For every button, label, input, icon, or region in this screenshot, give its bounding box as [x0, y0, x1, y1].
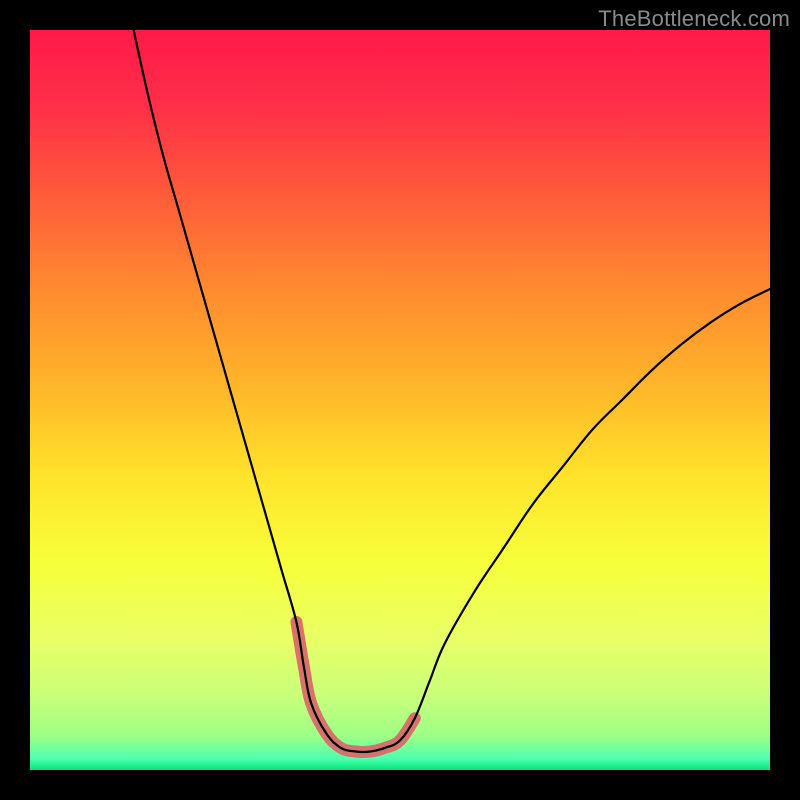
chart-frame: TheBottleneck.com — [0, 0, 800, 800]
plot-area — [30, 30, 770, 770]
bottleneck-curve — [134, 30, 770, 752]
chart-lines — [30, 30, 770, 770]
watermark-text: TheBottleneck.com — [598, 6, 790, 32]
optimal-zone-highlight — [296, 622, 414, 752]
